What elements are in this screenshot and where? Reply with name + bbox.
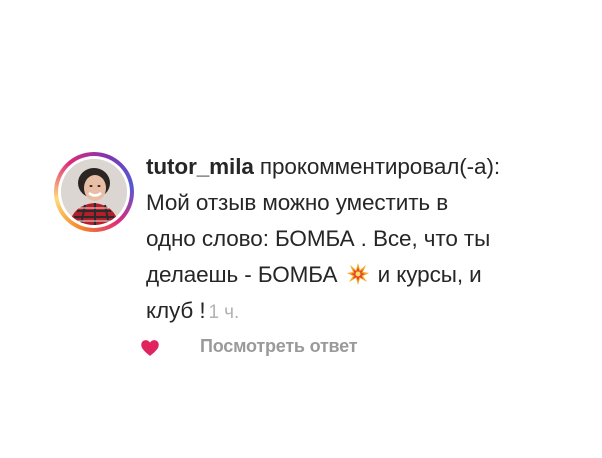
view-reply-link[interactable]: Посмотреть ответ	[200, 336, 358, 357]
comment-line-3-end: и курсы, и	[371, 262, 482, 287]
avatar	[61, 159, 127, 225]
collision-emoji-icon	[346, 261, 370, 285]
comment-text: tutor_mila прокомментировал(-а): Мой отз…	[146, 149, 566, 331]
avatar-story-ring[interactable]	[54, 152, 134, 232]
avatar-ring-gap	[58, 156, 130, 228]
comment-line-3-start: делаешь - БОМБА	[146, 262, 344, 287]
heart-icon[interactable]	[140, 338, 160, 358]
comment-notification: tutor_mila прокомментировал(-а): Мой отз…	[0, 0, 602, 458]
username-link[interactable]: tutor_mila	[146, 154, 254, 179]
comment-line-1: Мой отзыв можно уместить в	[146, 190, 449, 215]
comment-action-text: прокомментировал(-а):	[253, 154, 500, 179]
comment-line-4: клуб !	[146, 298, 206, 323]
comment-line-2: одно слово: БОМБА . Все, что ты	[146, 226, 491, 251]
avatar-photo-icon	[61, 159, 127, 225]
comment-timestamp: 1 ч.	[208, 302, 240, 323]
